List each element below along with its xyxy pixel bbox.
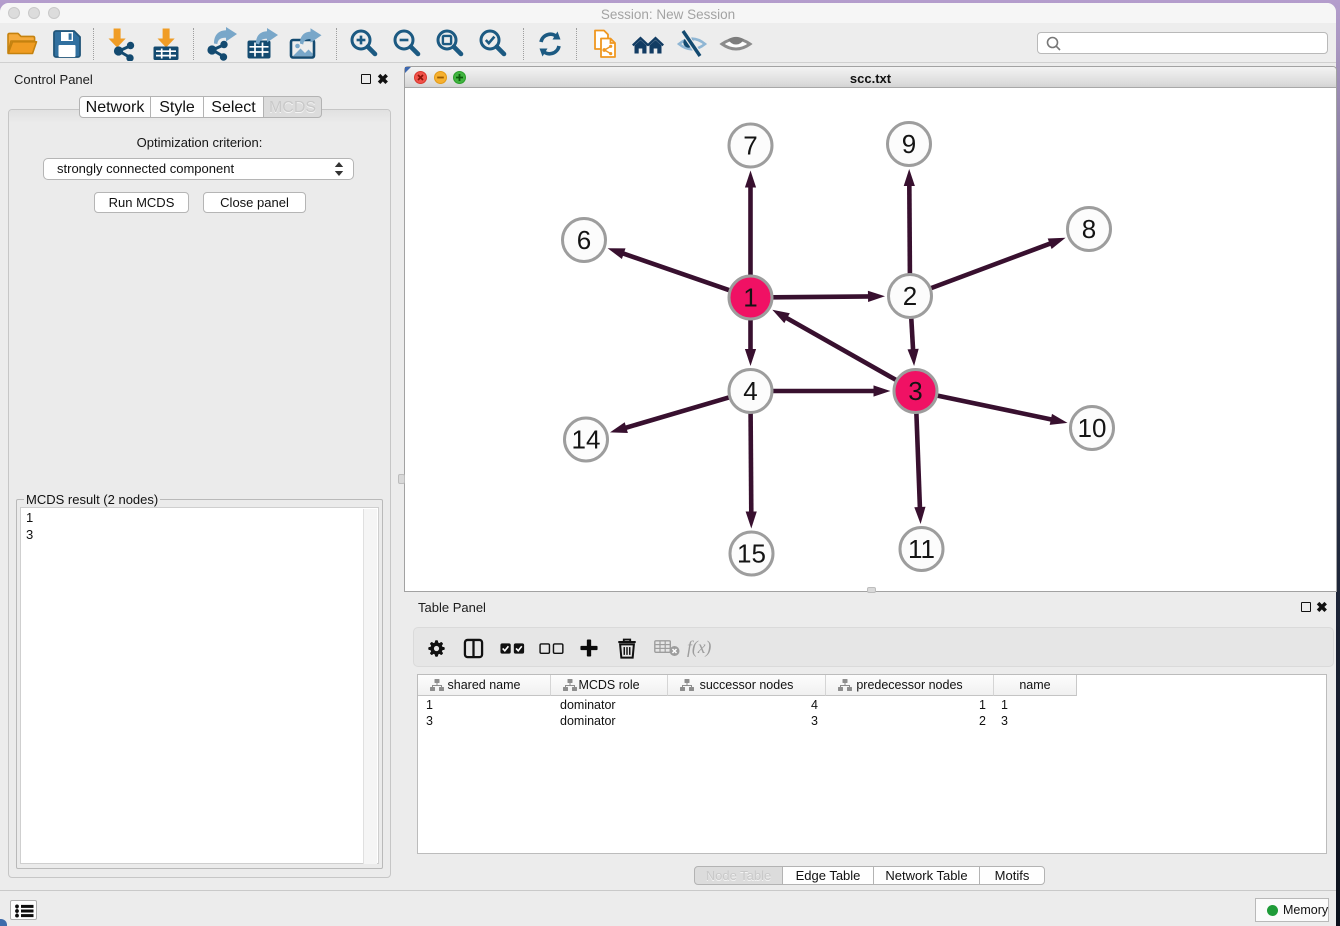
svg-text:8: 8 <box>1082 214 1096 244</box>
svg-text:15: 15 <box>737 539 766 569</box>
svg-text:7: 7 <box>743 131 757 161</box>
svg-text:3: 3 <box>908 376 922 406</box>
svg-text:1: 1 <box>743 283 757 313</box>
svg-text:2: 2 <box>903 281 917 311</box>
svg-text:10: 10 <box>1078 413 1107 443</box>
svg-text:14: 14 <box>572 425 601 455</box>
svg-text:11: 11 <box>908 534 935 564</box>
svg-text:4: 4 <box>743 376 757 406</box>
svg-text:6: 6 <box>577 225 591 255</box>
svg-text:9: 9 <box>902 129 916 159</box>
